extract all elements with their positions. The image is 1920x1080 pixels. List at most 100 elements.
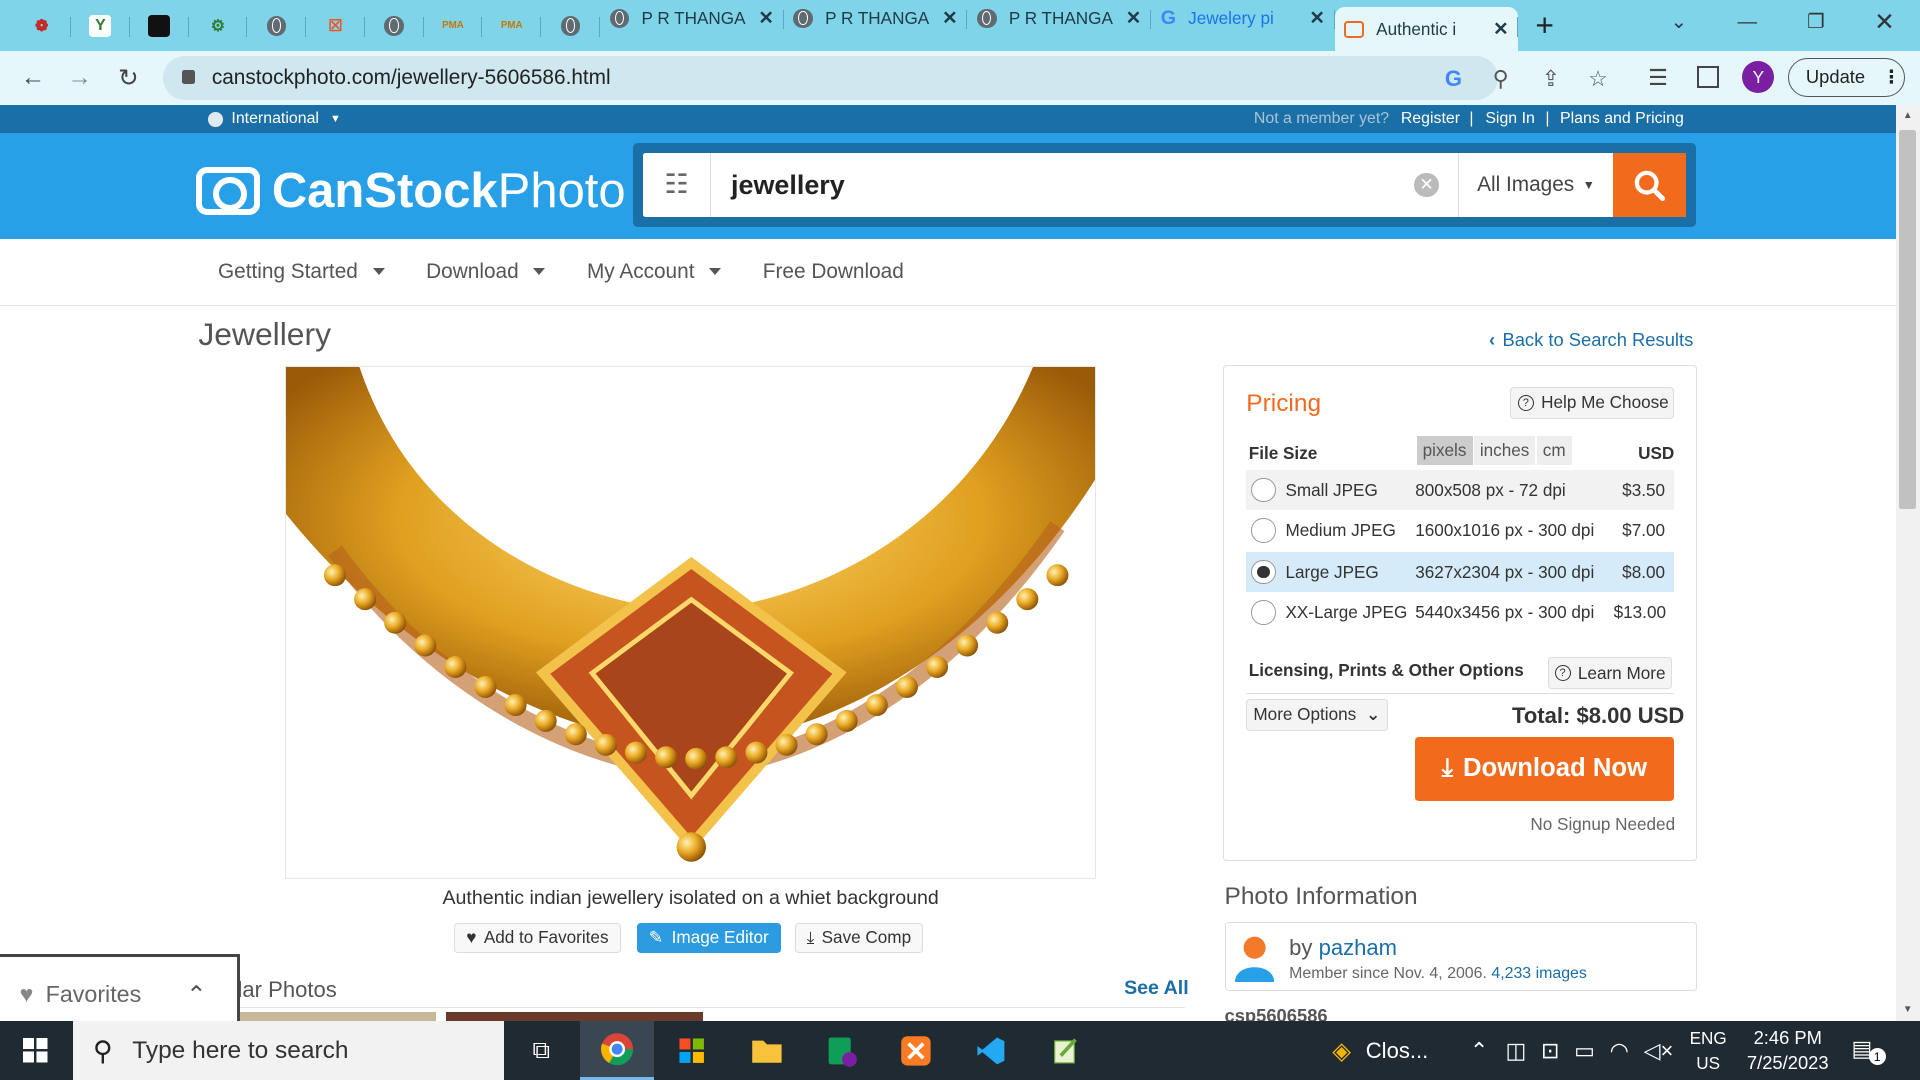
pinned-tab[interactable]: ❁ <box>12 7 71 44</box>
region-selector[interactable]: International ▼ <box>208 110 341 128</box>
download-now-button[interactable]: ⤓ Download Now <box>1415 736 1674 801</box>
reload-icon[interactable]: ↻ <box>105 63 152 93</box>
pinned-tab[interactable] <box>541 7 600 44</box>
browser-tab[interactable]: G Jewelery pi ✕ <box>1151 0 1335 37</box>
sign-in-link[interactable]: Sign In <box>1485 110 1535 128</box>
price-option-row[interactable]: Small JPEG 800x508 px - 72 dpi $3.50 <box>1246 469 1674 511</box>
menu-item[interactable]: My Account <box>587 260 722 284</box>
url-input[interactable]: canstockphoto.com/jewellery-5606586.html… <box>162 56 1608 101</box>
weather-icon[interactable]: ◈ <box>1332 1036 1351 1066</box>
price-option-row[interactable]: Medium JPEG 1600x1016 px - 300 dpi $7.00 <box>1246 510 1673 550</box>
volume-icon[interactable]: ◁× <box>1644 1038 1674 1064</box>
language-indicator[interactable]: ENG US <box>1686 1026 1730 1075</box>
image-type-select[interactable]: All Images ▼ <box>1458 153 1612 217</box>
plans-pricing-link[interactable]: Plans and Pricing <box>1560 110 1684 128</box>
camera-tray-icon[interactable]: ⊡ <box>1541 1038 1559 1064</box>
pinned-tab[interactable]: ☒ <box>306 7 365 44</box>
taskbar-search-input[interactable]: ⚲ Type here to search <box>73 1021 505 1080</box>
start-button[interactable] <box>0 1021 71 1080</box>
wifi-icon[interactable]: ◠ <box>1610 1038 1629 1064</box>
menu-item[interactable]: Getting Started <box>218 260 385 284</box>
size-radio[interactable] <box>1251 477 1276 503</box>
meet-now-icon[interactable]: ◫ <box>1505 1038 1526 1064</box>
forward-arrow-icon[interactable]: → <box>56 64 103 92</box>
vscode-icon[interactable] <box>954 1021 1027 1080</box>
pinned-tab[interactable] <box>247 7 307 44</box>
close-tab-icon[interactable]: ✕ <box>1309 7 1324 29</box>
close-window-button[interactable]: ✕ <box>1850 0 1919 44</box>
microsoft-store-icon[interactable] <box>655 1021 728 1080</box>
close-tab-icon[interactable]: ✕ <box>1493 18 1508 40</box>
close-tab-icon[interactable]: ✕ <box>758 7 773 29</box>
back-to-results-link[interactable]: ‹ Back to Search Results <box>1489 329 1693 351</box>
pinned-tab[interactable]: Y <box>71 7 130 44</box>
register-link[interactable]: Register <box>1401 110 1460 128</box>
see-all-link[interactable]: See All <box>1124 977 1189 1000</box>
task-view-icon[interactable]: ⧉ <box>504 1021 577 1080</box>
chevron-up-icon[interactable]: ⌃ <box>1470 1038 1488 1064</box>
size-radio[interactable] <box>1251 518 1276 543</box>
size-radio[interactable] <box>1251 600 1276 625</box>
update-button[interactable]: Update ⋮ <box>1787 57 1906 97</box>
pinned-tab[interactable] <box>365 7 424 44</box>
price-option-row[interactable]: XX-Large JPEG 5440x3456 px - 300 dpi $13.0… <box>1246 592 1673 632</box>
menu-item[interactable]: Download <box>426 260 546 284</box>
scroll-down-arrow[interactable]: ▼ <box>1903 1004 1913 1015</box>
learn-more-button[interactable]: ? Learn More <box>1547 657 1673 690</box>
weather-text[interactable]: Clos... <box>1366 1038 1428 1064</box>
file-explorer-icon[interactable] <box>730 1021 803 1080</box>
menu-item[interactable]: Free Download <box>763 260 904 284</box>
pinned-tab[interactable]: sha <box>130 7 189 44</box>
share-icon[interactable]: ⇪ <box>1542 66 1560 92</box>
unit-option[interactable]: inches <box>1473 435 1536 466</box>
new-tab-button[interactable]: + <box>1535 7 1554 44</box>
close-tab-icon[interactable]: ✕ <box>942 7 957 29</box>
add-to-favorites-button[interactable]: ♥ Add to Favorites <box>454 923 621 953</box>
product-image[interactable] <box>285 366 1096 880</box>
sheets-app-icon[interactable] <box>804 1021 877 1080</box>
restore-button[interactable]: ❐ <box>1782 0 1851 44</box>
browser-tab[interactable]: P R THANGA ✕ <box>967 0 1151 37</box>
search-input[interactable]: jewellery <box>731 170 845 201</box>
canstock-logo[interactable]: CanStock Photo <box>195 163 626 219</box>
battery-icon[interactable]: ▭ <box>1574 1038 1595 1064</box>
author-avatar-icon[interactable] <box>1235 933 1275 982</box>
more-options-button[interactable]: More Options ⌄ <box>1246 698 1389 731</box>
notification-center-icon[interactable]: ▤ 1 <box>1851 1036 1886 1066</box>
filter-sliders-icon[interactable]: ☷ <box>643 153 712 217</box>
minimize-button[interactable]: — <box>1713 0 1782 44</box>
lock-icon[interactable] <box>182 69 195 85</box>
bookmark-star-icon[interactable]: ☆ <box>1588 66 1608 92</box>
unit-option[interactable]: cm <box>1536 435 1572 466</box>
zoom-icon[interactable]: ⚲ <box>1493 66 1509 92</box>
profile-avatar[interactable]: Y <box>1742 61 1775 94</box>
author-images-link[interactable]: 4,233 images <box>1491 965 1587 982</box>
scroll-up-arrow[interactable]: ▲ <box>1903 110 1913 121</box>
notepad-icon[interactable] <box>1029 1021 1102 1080</box>
author-link[interactable]: pazham <box>1319 935 1397 960</box>
side-panel-icon[interactable] <box>1697 66 1720 89</box>
clear-search-icon[interactable]: ✕ <box>1414 172 1439 198</box>
reading-list-icon[interactable]: ☰ <box>1648 65 1668 91</box>
scrollbar-thumb[interactable] <box>1899 129 1917 510</box>
pinned-tab[interactable]: PMA <box>482 7 542 44</box>
page-scrollbar[interactable]: ▲ ▼ <box>1895 105 1920 1022</box>
xampp-taskbar-icon[interactable] <box>879 1021 952 1080</box>
help-me-choose-button[interactable]: ? Help Me Choose <box>1509 386 1674 419</box>
back-arrow-icon[interactable]: ← <box>10 64 57 92</box>
google-lens-icon[interactable]: G <box>1445 66 1462 92</box>
save-comp-button[interactable]: ⤓ Save Comp <box>794 923 924 953</box>
pinned-tab[interactable]: ⚙ <box>189 7 248 44</box>
system-clock[interactable]: 2:46 PM 7/25/2023 <box>1739 1026 1837 1075</box>
unit-option[interactable]: pixels <box>1416 435 1473 466</box>
image-editor-button[interactable]: ✎ Image Editor <box>636 923 781 953</box>
search-button[interactable] <box>1612 153 1687 217</box>
close-tab-icon[interactable]: ✕ <box>1126 7 1141 29</box>
size-radio[interactable] <box>1251 559 1276 585</box>
tab-search-icon[interactable]: ⌄ <box>1645 0 1714 44</box>
browser-tab[interactable]: P R THANGA ✕ <box>784 0 968 37</box>
pinned-tab[interactable]: PMA <box>424 7 483 44</box>
browser-tab[interactable]: P R THANGA ✕ <box>600 0 784 37</box>
kebab-menu-icon[interactable]: ⋮ <box>1882 66 1900 88</box>
price-option-row[interactable]: Large JPEG 3627x2304 px - 300 dpi $8.00 <box>1246 552 1674 593</box>
